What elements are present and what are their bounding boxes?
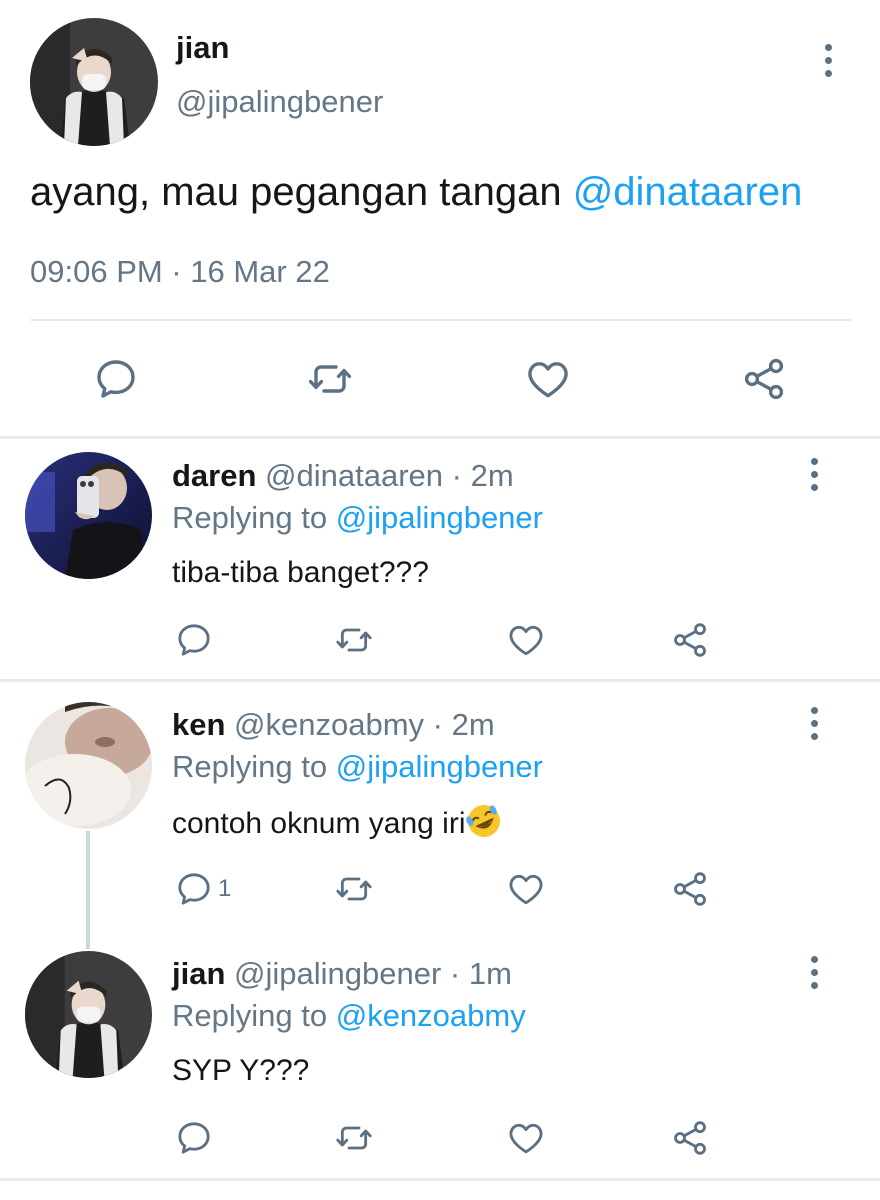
replying-to-mention-link[interactable]: @jipalingbener (336, 500, 543, 535)
retweet-icon (334, 1118, 374, 1158)
like-icon (506, 1118, 546, 1158)
author-name[interactable]: jian (176, 30, 229, 66)
divider (0, 436, 880, 439)
reply-button[interactable]: 1 (174, 869, 231, 909)
retweet-button[interactable] (306, 355, 354, 403)
reply-text: SYP Y??? (172, 1054, 310, 1087)
thread-connector-line (86, 831, 90, 949)
reply-author-handle[interactable]: @kenzoabmy · 2m (234, 707, 495, 742)
reply-text: contoh oknum yang iri (172, 803, 502, 841)
share-icon (740, 355, 788, 403)
reply-icon (174, 1118, 214, 1158)
replying-to-mention-link[interactable]: @kenzoabmy (336, 998, 526, 1033)
avatar-jian[interactable] (30, 18, 158, 146)
reply-author-line[interactable]: ken @kenzoabmy · 2m (172, 707, 495, 743)
replying-to-label: Replying to (172, 749, 336, 784)
share-icon (670, 1118, 710, 1158)
reply-count: 1 (218, 875, 232, 902)
avatar-jian[interactable] (25, 951, 152, 1078)
divider (0, 679, 880, 682)
share-button[interactable] (740, 355, 788, 403)
like-button[interactable] (506, 869, 546, 909)
more-options-icon[interactable] (802, 952, 826, 992)
like-icon (506, 869, 546, 909)
retweet-button[interactable] (334, 869, 374, 909)
reply-author-name[interactable]: daren (172, 458, 256, 493)
retweet-icon (306, 355, 354, 403)
reply-text-body: contoh oknum yang iri (172, 807, 466, 840)
replying-to-label: Replying to (172, 500, 336, 535)
tweet-text: ayang, mau pegangan tangan @dinataaren (30, 170, 802, 215)
replying-to: Replying to @jipalingbener (172, 500, 543, 536)
tweet-mention-link[interactable]: @dinataaren (573, 170, 803, 214)
share-button[interactable] (670, 1118, 710, 1158)
reply-text: tiba-tiba banget??? (172, 556, 429, 589)
tweet-body: ayang, mau pegangan tangan (30, 170, 573, 214)
reply-icon (174, 869, 214, 909)
more-options-icon[interactable] (802, 703, 826, 743)
share-icon (670, 869, 710, 909)
reply-author-name[interactable]: ken (172, 707, 225, 742)
divider (30, 319, 851, 321)
replying-to-label: Replying to (172, 998, 336, 1033)
replying-to: Replying to @kenzoabmy (172, 998, 526, 1034)
retweet-icon (334, 869, 374, 909)
like-button[interactable] (524, 355, 572, 403)
retweet-button[interactable] (334, 620, 374, 660)
divider (0, 1178, 880, 1181)
avatar-daren[interactable] (25, 452, 152, 579)
reply-button[interactable] (174, 1118, 218, 1158)
reply-author-handle[interactable]: @dinataaren · 2m (265, 458, 514, 493)
rolling-on-floor-laughing-emoji (465, 805, 500, 837)
avatar-ken[interactable] (25, 702, 152, 829)
like-button[interactable] (506, 1118, 546, 1158)
share-icon (670, 620, 710, 660)
reply-button[interactable] (92, 355, 140, 403)
reply-author-line[interactable]: jian @jipalingbener · 1m (172, 956, 512, 992)
reply-author-line[interactable]: daren @dinataaren · 2m (172, 458, 514, 494)
reply-button[interactable] (174, 620, 218, 660)
reply-icon (92, 355, 140, 403)
like-icon (524, 355, 572, 403)
retweet-button[interactable] (334, 1118, 374, 1158)
more-options-icon[interactable] (802, 454, 826, 494)
share-button[interactable] (670, 620, 710, 660)
more-options-icon[interactable] (816, 40, 840, 80)
like-icon (506, 620, 546, 660)
retweet-icon (334, 620, 374, 660)
replying-to-mention-link[interactable]: @jipalingbener (336, 749, 543, 784)
reply-icon (174, 620, 214, 660)
author-handle[interactable]: @jipalingbener (176, 84, 383, 120)
reply-author-handle[interactable]: @jipalingbener · 1m (234, 956, 512, 991)
share-button[interactable] (670, 869, 710, 909)
tweet-timestamp[interactable]: 09:06 PM · 16 Mar 22 (30, 254, 330, 290)
replying-to: Replying to @jipalingbener (172, 749, 543, 785)
reply-author-name[interactable]: jian (172, 956, 225, 991)
like-button[interactable] (506, 620, 546, 660)
